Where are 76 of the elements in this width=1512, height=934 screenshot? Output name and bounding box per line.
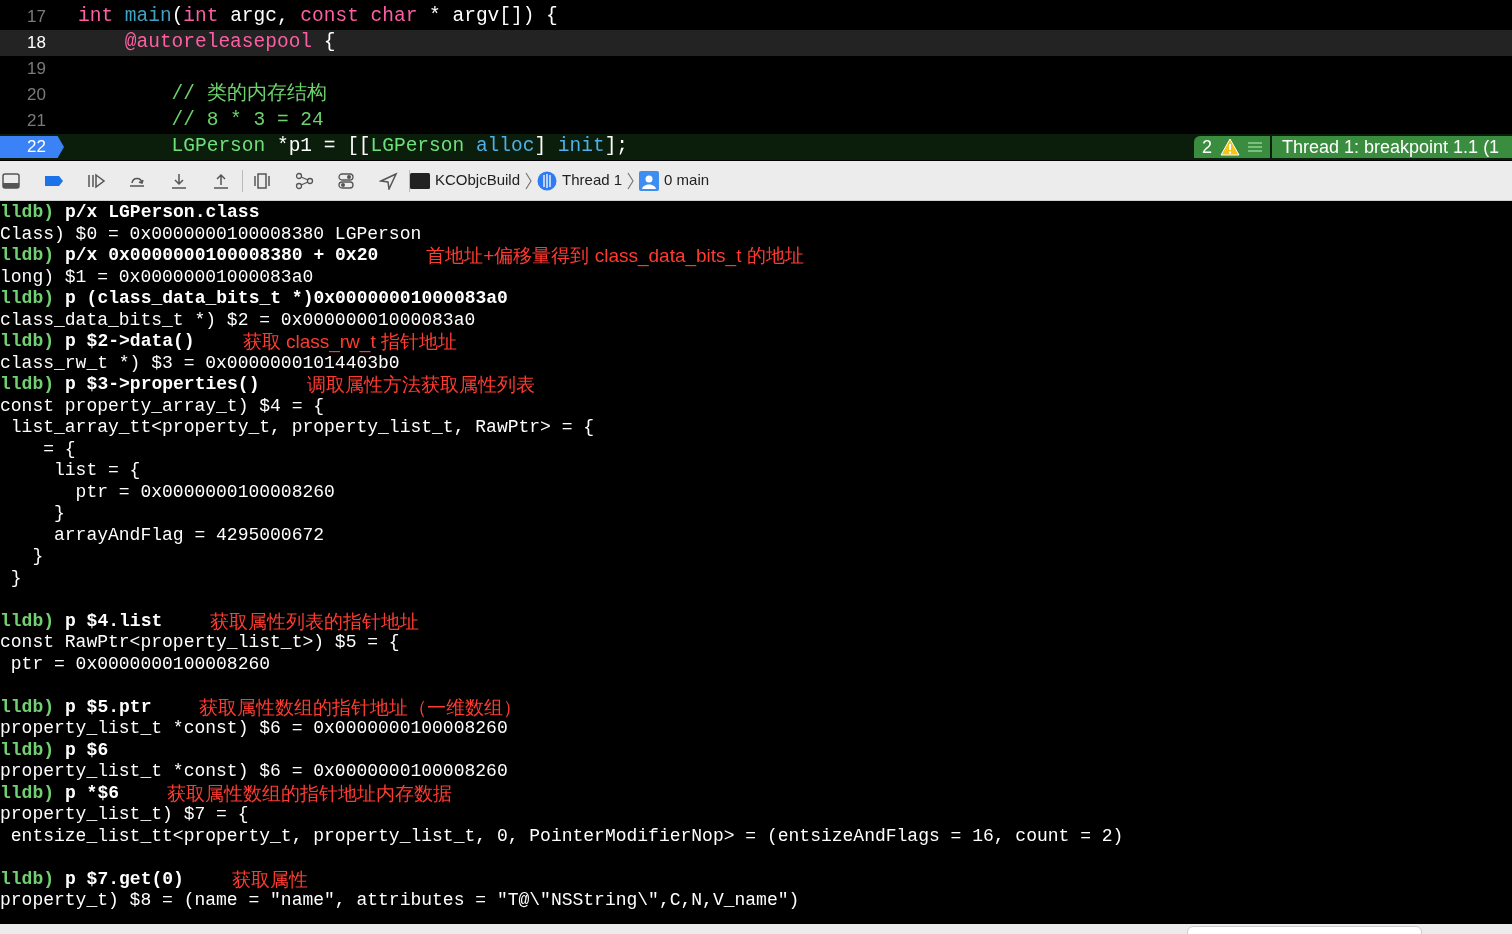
- code-line: // 8 * 3 = 24: [170, 108, 324, 134]
- toggles-icon[interactable]: [337, 171, 357, 190]
- console-command: p $6: [65, 739, 109, 761]
- warning-icon: [1220, 138, 1240, 156]
- console-output: const RawPtr<property_list_t>) $5 = {: [0, 632, 400, 654]
- breadcrumb-item[interactable]: KCObjcBuild: [435, 169, 521, 192]
- memory-graph-icon[interactable]: [295, 171, 315, 190]
- console-output: Class) $0 = 0x0000000100008380 LGPerson: [0, 223, 422, 245]
- console-command: p (class_data_bits_t *)0x00000001000083a0: [65, 288, 508, 310]
- annotation-text: 获取属性: [231, 868, 308, 890]
- line-number: 17: [26, 6, 46, 29]
- chevron-icon: [525, 170, 533, 191]
- console-output: entsize_list_tt<property_t, property_list_t, 0, PointerModifierNop> = (entsizeAndFlags = 16, count = 2): [9, 825, 1124, 847]
- prompt-label: lldb): [0, 245, 54, 267]
- console-output: list_array_tt<property_t, property_list_t, RawPtr> = {: [9, 417, 595, 439]
- prompt-label: lldb): [0, 696, 54, 718]
- console-command: p/x 0x0000000100008380 + 0x20: [65, 245, 379, 267]
- prompt-label: lldb): [0, 374, 54, 396]
- console-command: p $3->properties(): [65, 374, 260, 396]
- annotation-text: 获取属性列表的指针地址: [210, 610, 420, 632]
- prompt-label: lldb): [0, 782, 54, 804]
- breakpoint-marker[interactable]: 22: [0, 136, 64, 158]
- console-output: property_list_t *const) $6 = 0x0000000100008260: [0, 718, 508, 740]
- prompt-label: lldb): [0, 868, 54, 890]
- location-arrow-icon[interactable]: [379, 171, 399, 190]
- line-number: 20: [26, 84, 46, 107]
- console-output: class_data_bits_t *) $2 = 0x00000001000083a0: [0, 309, 476, 331]
- console-output: }: [31, 546, 44, 568]
- console-output: property_list_t *const) $6 = 0x0000000100008260: [0, 761, 508, 783]
- console-output: class_rw_t *) $3 = 0x00000001014403b0: [0, 352, 400, 374]
- console-output: const property_array_t) $4 = {: [0, 395, 325, 417]
- console-output: = {: [42, 438, 76, 460]
- prompt-label: lldb): [0, 202, 54, 224]
- prompt-label: lldb): [0, 610, 54, 632]
- breakpoint-message: Thread 1: breakpoint 1.1 (1: [1272, 136, 1512, 158]
- annotation-text: 获取 class_rw_t 指针地址: [242, 331, 457, 353]
- menu-icon: [1248, 142, 1262, 152]
- user-frame-icon: [639, 170, 660, 191]
- chevron-icon: [627, 170, 635, 191]
- annotation-text: 获取属性数组的指针地址内存数据: [167, 782, 453, 804]
- continue-icon[interactable]: [86, 171, 106, 190]
- console-command: p $5.ptr: [65, 696, 152, 718]
- code-line: LGPerson *p1 = [[LGPerson alloc] init];: [170, 134, 629, 160]
- console-output: arrayAndFlag = 4295000672: [53, 524, 325, 546]
- view-hierarchy-icon[interactable]: [253, 171, 273, 190]
- terminal-icon: [410, 172, 430, 189]
- console-output: ptr = 0x0000000100008260: [9, 653, 271, 675]
- console-command: p $2->data(): [65, 331, 195, 353]
- thread-icon: [537, 170, 558, 191]
- annotation-text: 首地址+偏移量得到 class_data_bits_t 的地址: [426, 245, 804, 267]
- code-line: @autoreleasepool {: [123, 30, 336, 56]
- code-line: int main(int argc, const char * argv[]) {: [77, 4, 558, 30]
- console-command: p $7.get(0): [65, 868, 184, 890]
- console-output: property_list_t) $7 = {: [0, 804, 249, 826]
- annotation-text: 调取属性方法获取属性列表: [307, 374, 536, 396]
- annotation-text: 获取属性数组的指针地址（一维数组）: [199, 696, 523, 718]
- console-output: list = {: [53, 460, 141, 482]
- prompt-label: lldb): [0, 288, 54, 310]
- breadcrumb-item[interactable]: 0 main: [664, 169, 710, 192]
- console-command: p/x LGPerson.class: [65, 202, 260, 224]
- console-output: }: [53, 503, 65, 525]
- prompt-label: lldb): [0, 739, 54, 761]
- breadcrumb-item[interactable]: Thread 1: [562, 169, 623, 192]
- console-command: p *$6: [65, 782, 120, 804]
- prompt-label: lldb): [0, 331, 54, 353]
- console-output: property_t) $8 = (name = "name", attributes = "T@\"NSString\",C,N,V_name"): [0, 890, 800, 912]
- code-line: // 类的内存结构: [170, 81, 327, 108]
- console-output: }: [9, 567, 22, 589]
- console-toggle-icon[interactable]: [2, 171, 22, 190]
- console-output: ptr = 0x0000000100008260: [74, 481, 335, 503]
- console-output: long) $1 = 0x00000001000083a0: [0, 266, 314, 288]
- issue-count-badge[interactable]: 2: [1194, 136, 1270, 158]
- line-number: 19: [26, 58, 46, 81]
- line-number: 18: [26, 32, 46, 55]
- line-number: 21: [26, 110, 46, 133]
- console-command: p $4.list: [65, 610, 163, 632]
